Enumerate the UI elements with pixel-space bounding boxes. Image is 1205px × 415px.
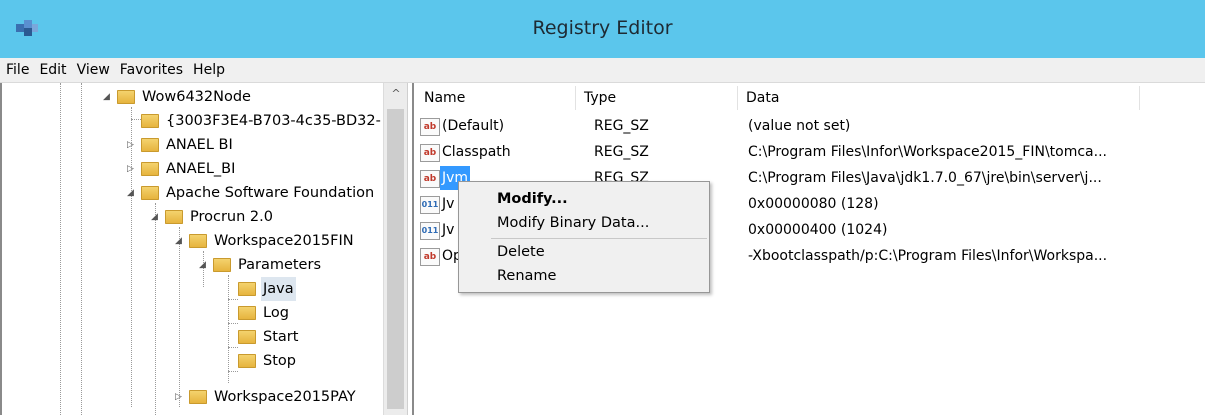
folder-icon	[189, 234, 207, 248]
context-menu-rename[interactable]: Rename	[497, 264, 556, 288]
column-header-data[interactable]: Data	[746, 86, 779, 110]
dword-value-icon: 011	[420, 222, 440, 240]
window-title: Registry Editor	[532, 17, 673, 39]
folder-icon	[238, 330, 256, 344]
menu-help[interactable]: Help	[187, 58, 229, 80]
context-menu-modify[interactable]: Modify...	[497, 187, 568, 211]
tree-item-java[interactable]: Java	[224, 277, 296, 301]
folder-icon	[141, 162, 159, 176]
scroll-up-arrow-icon[interactable]: ^	[384, 83, 407, 105]
menu-file[interactable]: File	[0, 58, 33, 80]
tree-item-anael-bi[interactable]: ▷ ANAEL BI	[127, 133, 235, 157]
context-menu-delete[interactable]: Delete	[497, 240, 545, 264]
folder-icon	[213, 258, 231, 272]
collapse-arrow-icon[interactable]: ◢	[103, 85, 117, 109]
context-menu-separator	[491, 238, 707, 239]
tree-item-log[interactable]: Log	[224, 301, 291, 325]
expand-arrow-icon[interactable]: ▷	[127, 157, 141, 181]
tree-item-procrun[interactable]: ◢ Procrun 2.0	[151, 205, 275, 229]
folder-icon	[117, 90, 135, 104]
tree-item-anael-bi-underscore[interactable]: ▷ ANAEL_BI	[127, 157, 237, 181]
tree-item-guid[interactable]: {3003F3E4-B703-4c35-BD32-	[127, 109, 383, 133]
folder-icon	[238, 282, 256, 296]
column-header-name[interactable]: Name	[424, 86, 465, 110]
tree-item-start[interactable]: Start	[224, 325, 300, 349]
folder-icon	[141, 114, 159, 128]
collapse-arrow-icon[interactable]: ◢	[199, 253, 213, 277]
scrollbar-thumb[interactable]	[387, 109, 404, 409]
tree-item-parameters[interactable]: ◢ Parameters	[199, 253, 323, 277]
string-value-icon: ab	[420, 248, 440, 266]
collapse-arrow-icon[interactable]: ◢	[175, 229, 189, 253]
folder-icon	[238, 306, 256, 320]
menu-favorites[interactable]: Favorites	[114, 58, 187, 80]
string-value-icon: ab	[420, 118, 440, 136]
registry-tree-pane[interactable]: ◢ Wow6432Node {3003F3E4-B703-4c35-BD32- ▷…	[0, 83, 408, 415]
tree-item-apache-software-foundation[interactable]: ◢ Apache Software Foundation	[127, 181, 376, 205]
expand-arrow-icon[interactable]: ▷	[175, 385, 189, 409]
folder-icon	[238, 354, 256, 368]
title-bar: Registry Editor	[0, 0, 1205, 58]
collapse-arrow-icon[interactable]: ◢	[127, 181, 141, 205]
folder-icon	[141, 138, 159, 152]
menu-bar: File Edit View Favorites Help	[0, 58, 1205, 83]
string-value-icon: ab	[420, 170, 440, 188]
value-row[interactable]: ab (Default) REG_SZ (value not set)	[420, 114, 1200, 138]
tree-item-workspace2015pay[interactable]: ▷ Workspace2015PAY	[175, 385, 358, 409]
column-header-type[interactable]: Type	[584, 86, 616, 110]
menu-edit[interactable]: Edit	[33, 58, 70, 80]
folder-icon	[165, 210, 183, 224]
string-value-icon: ab	[420, 144, 440, 162]
context-menu-modify-binary-data[interactable]: Modify Binary Data...	[497, 211, 649, 235]
folder-icon	[189, 390, 207, 404]
value-row[interactable]: ab Classpath REG_SZ C:\Program Files\Inf…	[420, 140, 1200, 164]
menu-view[interactable]: View	[71, 58, 114, 80]
tree-item-wow6432node[interactable]: ◢ Wow6432Node	[103, 85, 253, 109]
tree-scrollbar[interactable]: ^	[383, 83, 407, 415]
folder-icon	[141, 186, 159, 200]
expand-arrow-icon[interactable]: ▷	[127, 133, 141, 157]
tree-item-workspace2015fin[interactable]: ◢ Workspace2015FIN	[175, 229, 356, 253]
tree-item-stop[interactable]: Stop	[224, 349, 298, 373]
dword-value-icon: 011	[420, 196, 440, 214]
context-menu: Modify... Modify Binary Data... Delete R…	[458, 181, 710, 293]
collapse-arrow-icon[interactable]: ◢	[151, 205, 165, 229]
